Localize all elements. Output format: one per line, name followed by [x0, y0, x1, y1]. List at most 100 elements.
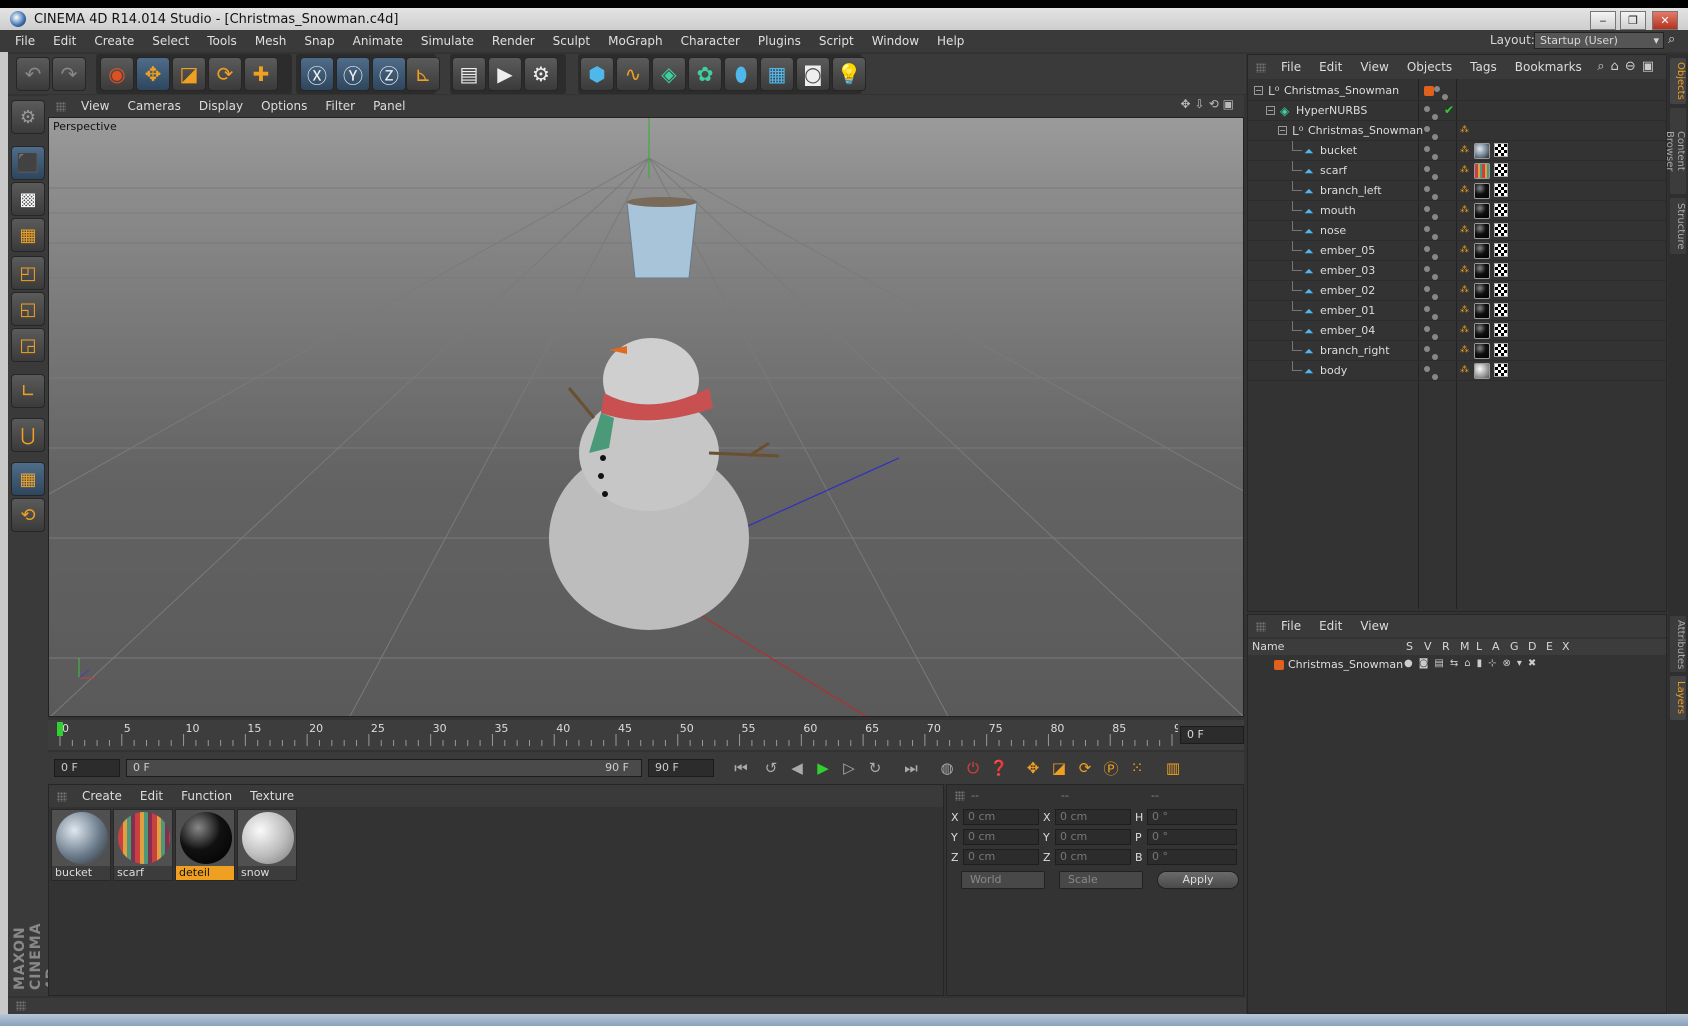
material-tag[interactable]	[1474, 323, 1490, 339]
visibility-dot[interactable]	[1424, 166, 1430, 172]
collapse-toggle[interactable]: −	[1278, 126, 1287, 135]
rotation-b-field[interactable]: 0 °	[1147, 849, 1237, 865]
live-selection-button[interactable]: ◉	[100, 57, 134, 91]
visibility-dot[interactable]	[1432, 174, 1438, 180]
material-tag[interactable]	[1474, 243, 1490, 259]
uvw-tag[interactable]	[1494, 283, 1508, 297]
menu-help[interactable]: Help	[928, 30, 973, 52]
add-nurbs-button[interactable]: ◈	[652, 57, 686, 91]
vp-menu-filter[interactable]: Filter	[316, 95, 364, 117]
visibility-dot[interactable]	[1424, 126, 1430, 132]
uvw-tag[interactable]	[1494, 363, 1508, 377]
visibility-dot[interactable]	[1434, 86, 1440, 92]
layer-color-swatch[interactable]	[1424, 86, 1434, 96]
visibility-dot[interactable]	[1432, 154, 1438, 160]
layer-toggle-icons[interactable]: ●◙▤⇆⌂▮⊹⊗▾✖	[1404, 658, 1542, 669]
mat-menu-create[interactable]: Create	[73, 785, 131, 807]
rotation-h-field[interactable]: 0 °	[1147, 809, 1237, 825]
menu-file[interactable]: File	[6, 30, 44, 52]
add-spline-button[interactable]: ∿	[616, 57, 650, 91]
visibility-dot[interactable]	[1424, 286, 1430, 292]
tree-row-bucket[interactable]: ⏶ bucket ⁂	[1248, 141, 1666, 161]
rotate-tool-button[interactable]: ⟳	[208, 57, 242, 91]
size-z-field[interactable]: 0 cm	[1055, 849, 1131, 865]
search-icon[interactable]: ⌕	[1668, 32, 1675, 47]
phong-tag-icon[interactable]: ⁂	[1460, 225, 1469, 235]
material-tag[interactable]	[1474, 303, 1490, 319]
minimize-button[interactable]: ‒	[1590, 11, 1616, 30]
uvw-tag[interactable]	[1494, 163, 1508, 177]
menu-select[interactable]: Select	[143, 30, 198, 52]
range-slider[interactable]: 0 F 90 F	[126, 759, 642, 777]
playhead-marker[interactable]	[57, 722, 63, 736]
uvw-tag[interactable]	[1494, 203, 1508, 217]
material-tag[interactable]	[1474, 363, 1490, 379]
add-array-button[interactable]: ✿	[688, 57, 722, 91]
x-axis-lock-button[interactable]: Ⓧ	[300, 57, 334, 91]
prev-frame-button[interactable]: ◀	[784, 755, 810, 781]
vp-menu-view[interactable]: View	[72, 95, 118, 117]
vp-menu-panel[interactable]: Panel	[364, 95, 414, 117]
tree-row-ember-01[interactable]: ⏶ ember_01 ⁂	[1248, 301, 1666, 321]
start-frame-field[interactable]: 0 F	[54, 759, 120, 777]
object-nav-icons[interactable]: ⌕⌂⊖▣	[1597, 59, 1660, 74]
visibility-dot[interactable]	[1432, 374, 1438, 380]
texture-mode-button[interactable]: ▩	[11, 182, 45, 216]
tree-row-scarf[interactable]: ⏶ scarf ⁂	[1248, 161, 1666, 181]
restore-button[interactable]: ❐	[1620, 11, 1646, 30]
menu-snap[interactable]: Snap	[295, 30, 343, 52]
model-mode-button[interactable]: ⬛	[11, 146, 45, 180]
mat-menu-texture[interactable]: Texture	[241, 785, 303, 807]
obj-menu-file[interactable]: File	[1272, 55, 1310, 79]
z-axis-lock-button[interactable]: Ⓩ	[372, 57, 406, 91]
enabled-check-icon[interactable]: ✔	[1444, 103, 1454, 117]
visibility-dot[interactable]	[1424, 206, 1430, 212]
size-y-field[interactable]: 0 cm	[1055, 829, 1131, 845]
visibility-dot[interactable]	[1432, 194, 1438, 200]
tree-row-branch-right[interactable]: ⏶ branch_right ⁂	[1248, 341, 1666, 361]
record-keys-button[interactable]: ◍	[934, 755, 960, 781]
tab-attributes[interactable]: Attributes	[1670, 616, 1686, 672]
layer-menu-edit[interactable]: Edit	[1310, 615, 1351, 637]
add-light-button[interactable]: 💡	[832, 57, 866, 91]
key-parameter-button[interactable]: Ⓟ	[1098, 755, 1124, 781]
redo-button[interactable]: ↷	[52, 57, 86, 91]
workplane-lock-button[interactable]: ▦	[11, 462, 45, 496]
visibility-dot[interactable]	[1442, 94, 1448, 100]
prev-key-button[interactable]: ↺	[758, 755, 784, 781]
tree-row-body[interactable]: ⏶ body ⁂	[1248, 361, 1666, 381]
layout-select[interactable]: Startup (User) ▾	[1534, 32, 1664, 49]
workplane-mode-button[interactable]: ▦	[11, 218, 45, 252]
material-tag[interactable]	[1474, 343, 1490, 359]
menu-mograph[interactable]: MoGraph	[599, 30, 672, 52]
tree-row-hypernurbs[interactable]: − ◈ HyperNURBS ✔	[1248, 101, 1666, 121]
visibility-dot[interactable]	[1424, 146, 1430, 152]
phong-tag-icon[interactable]: ⁂	[1460, 185, 1469, 195]
coordinate-system-button[interactable]: ⊾	[406, 57, 440, 91]
menu-mesh[interactable]: Mesh	[246, 30, 296, 52]
make-editable-button[interactable]: ⚙	[11, 100, 45, 134]
material-tag[interactable]	[1474, 263, 1490, 279]
uvw-tag[interactable]	[1494, 323, 1508, 337]
tree-row-branch-left[interactable]: ⏶ branch_left ⁂	[1248, 181, 1666, 201]
tree-row-mouth[interactable]: ⏶ mouth ⁂	[1248, 201, 1666, 221]
key-scale-button[interactable]: ◪	[1046, 755, 1072, 781]
add-camera-button[interactable]: ◙	[796, 57, 830, 91]
material-tag[interactable]	[1474, 183, 1490, 199]
phong-tag-icon[interactable]: ⁂	[1460, 165, 1469, 175]
material-swatch-snow[interactable]: snow	[237, 809, 297, 881]
menu-tools[interactable]: Tools	[198, 30, 246, 52]
mat-menu-function[interactable]: Function	[172, 785, 241, 807]
material-tag[interactable]	[1474, 163, 1490, 179]
key-position-button[interactable]: ✥	[1020, 755, 1046, 781]
visibility-dot[interactable]	[1424, 246, 1430, 252]
render-picture-viewer-button[interactable]: ▶	[488, 57, 522, 91]
vp-menu-cameras[interactable]: Cameras	[118, 95, 189, 117]
phong-tag-icon[interactable]: ⁂	[1460, 305, 1469, 315]
tree-row-ember-05[interactable]: ⏶ ember_05 ⁂	[1248, 241, 1666, 261]
uvw-tag[interactable]	[1494, 343, 1508, 357]
layer-color-swatch[interactable]	[1274, 660, 1284, 670]
add-floor-button[interactable]: ▦	[760, 57, 794, 91]
uvw-tag[interactable]	[1494, 223, 1508, 237]
tree-row-nose[interactable]: ⏶ nose ⁂	[1248, 221, 1666, 241]
